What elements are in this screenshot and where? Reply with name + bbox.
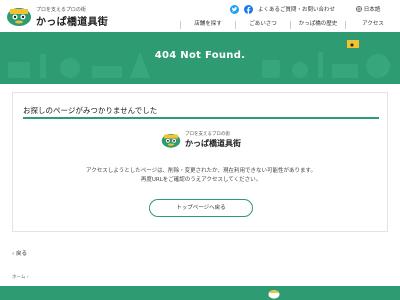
globe-icon bbox=[356, 6, 362, 12]
card-logo-tagline: プロを支えるプロの街 bbox=[185, 132, 230, 137]
back-to-top-button[interactable]: トップページへ戻る bbox=[149, 199, 253, 217]
site-logo[interactable]: プロを支えるプロの街 かっぱ橋道具街 bbox=[6, 4, 156, 30]
language-label: 日本語 bbox=[363, 7, 381, 13]
facebook-icon[interactable] bbox=[244, 5, 253, 14]
nav-item-greeting[interactable]: ごあいさつ bbox=[237, 18, 289, 32]
nav-item-access[interactable]: アクセス bbox=[347, 18, 399, 32]
nav-divider bbox=[235, 21, 236, 29]
nav-item-history[interactable]: かっぱ橋の歴史 bbox=[292, 18, 344, 32]
page-hero: 404 Not Found. bbox=[0, 32, 400, 84]
nav-divider bbox=[290, 21, 291, 29]
card-logo-name: かっぱ橋道具街 bbox=[185, 139, 241, 148]
not-found-card: お探しのページがみつかりませんでした プロを支えるプロの街 かっぱ橋道具街 アク… bbox=[12, 92, 388, 232]
main-nav: 店舗を探す ごあいさつ かっぱ橋の歴史 アクセス bbox=[180, 18, 400, 32]
footer-logo[interactable] bbox=[268, 288, 398, 300]
site-header: プロを支えるプロの街 かっぱ橋道具街 よくあるご質問・お問い合わせ 日本語 店舗… bbox=[0, 0, 400, 32]
back-link-label: 戻る bbox=[15, 251, 27, 257]
twitter-icon[interactable] bbox=[230, 5, 239, 14]
nav-divider bbox=[180, 21, 181, 29]
logo-tagline: プロを支えるプロの街 bbox=[36, 7, 86, 13]
card-header: お探しのページがみつかりませんでした bbox=[23, 101, 379, 119]
nav-divider bbox=[345, 21, 346, 29]
breadcrumb: ホーム › bbox=[12, 274, 29, 280]
language-selector[interactable]: 日本語 bbox=[356, 5, 380, 13]
logo-name: かっぱ橋道具街 bbox=[36, 17, 109, 28]
kappa-mascot-icon bbox=[161, 133, 181, 148]
back-to-top-label: トップページへ戻る bbox=[176, 205, 226, 211]
kappa-mascot-icon bbox=[7, 8, 31, 26]
breadcrumb-home[interactable]: ホーム bbox=[12, 275, 25, 280]
faq-contact-link[interactable]: よくあるご質問・お問い合わせ bbox=[258, 5, 335, 13]
kappa-mascot-icon bbox=[268, 290, 280, 299]
page-title: 404 Not Found. bbox=[154, 50, 246, 61]
nav-item-find-stores[interactable]: 店舗を探す bbox=[182, 18, 234, 32]
error-message-line: 再度URLをご確認のうえアクセスしてください。 bbox=[140, 177, 262, 183]
site-footer bbox=[0, 286, 400, 300]
chevron-right-icon: › bbox=[26, 275, 29, 280]
error-message-line: アクセスしようとしたページは、削除・変更されたか、現在利用できない可能性がありま… bbox=[86, 168, 316, 174]
back-link[interactable]: ‹ 戻る bbox=[12, 249, 27, 257]
card-logo: プロを支えるプロの街 かっぱ橋道具街 bbox=[161, 131, 261, 153]
card-title: お探しのページがみつかりませんでした bbox=[23, 106, 158, 115]
